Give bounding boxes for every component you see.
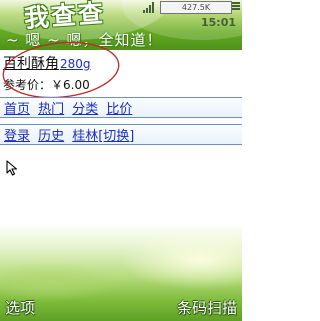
product-title-row: 百利酥角280g [3,53,91,73]
nav-city-switch-link[interactable]: 桂林[切换] [72,127,134,146]
pointer-cursor-icon [6,160,18,176]
price-value: ￥6.00 [51,78,90,92]
data-counter: 427.5K [160,1,232,14]
nav-bar-main: 首页 热门 分类 比价 [0,97,242,118]
barcode-scan-softkey[interactable]: 条码扫描 [177,297,237,318]
product-weight-link[interactable]: 280g [60,57,91,71]
nav-compare-link[interactable]: 比价 [106,100,132,119]
clock: 15:01 [201,16,237,29]
price-label: 参考价： [3,78,52,92]
options-softkey[interactable]: 选项 [5,297,35,318]
battery-icon [232,2,240,10]
signal-icon [143,2,154,13]
nav-login-link[interactable]: 登录 [4,127,30,146]
nav-home-link[interactable]: 首页 [4,100,30,119]
nav-history-link[interactable]: 历史 [38,127,64,146]
product-name-link[interactable]: 百利酥角 [3,56,59,72]
nav-hot-link[interactable]: 热门 [38,100,64,119]
slogan: ~ 嗯 ~ 嗯，全知道！ [6,31,163,49]
nav-bar-account: 登录 历史 桂林[切换] [0,124,242,145]
price-row: 参考价：￥6.00 [3,76,90,93]
nav-category-link[interactable]: 分类 [72,100,98,119]
title-bar: 我查查 ~ 嗯 ~ 嗯，全知道！ 427.5K 15:01 [0,0,242,50]
